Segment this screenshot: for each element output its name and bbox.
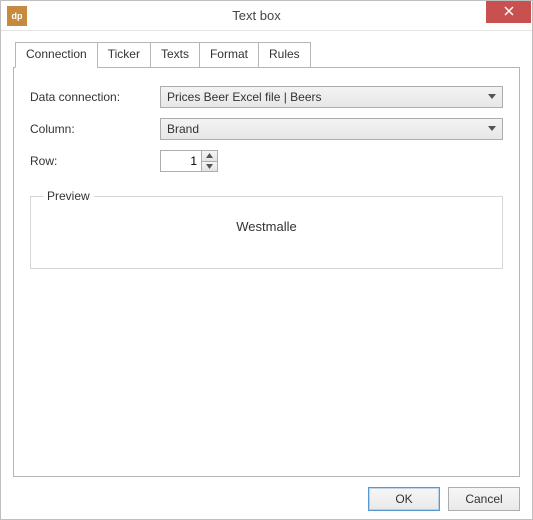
window-title: Text box	[27, 8, 486, 23]
chevron-up-icon	[206, 153, 213, 158]
tab-ticker[interactable]: Ticker	[97, 42, 151, 68]
label-row: Row:	[30, 154, 160, 168]
tab-format[interactable]: Format	[199, 42, 259, 68]
tab-texts[interactable]: Texts	[150, 42, 200, 68]
tab-rules[interactable]: Rules	[258, 42, 311, 68]
preview-group: Preview Westmalle	[30, 196, 503, 269]
row-column: Column: Brand	[30, 118, 503, 140]
preview-value: Westmalle	[41, 219, 492, 234]
chevron-down-icon	[488, 126, 496, 132]
close-icon	[504, 5, 514, 19]
column-select[interactable]: Brand	[160, 118, 503, 140]
row-spin-up[interactable]	[202, 151, 217, 162]
app-icon: dp	[7, 6, 27, 26]
tab-strip: Connection Ticker Texts Format Rules	[15, 41, 520, 67]
preview-legend: Preview	[43, 189, 94, 203]
titlebar: dp Text box	[1, 1, 532, 31]
chevron-down-icon	[488, 94, 496, 100]
dialog-buttons: OK Cancel	[13, 477, 520, 511]
label-column: Column:	[30, 122, 160, 136]
tab-connection[interactable]: Connection	[15, 42, 98, 68]
row-data-connection: Data connection: Prices Beer Excel file …	[30, 86, 503, 108]
label-data-connection: Data connection:	[30, 90, 160, 104]
tab-panel-connection: Data connection: Prices Beer Excel file …	[13, 67, 520, 477]
row-row: Row:	[30, 150, 503, 172]
close-button[interactable]	[486, 1, 531, 23]
row-spin-down[interactable]	[202, 162, 217, 172]
row-stepper	[160, 150, 218, 172]
row-input[interactable]	[160, 150, 202, 172]
dialog-window: dp Text box Connection Ticker Texts Form…	[0, 0, 533, 520]
dialog-body: Connection Ticker Texts Format Rules Dat…	[1, 31, 532, 519]
tab-region: Connection Ticker Texts Format Rules Dat…	[13, 41, 520, 477]
row-spinner-buttons	[202, 150, 218, 172]
data-connection-value: Prices Beer Excel file | Beers	[167, 90, 322, 104]
cancel-button[interactable]: Cancel	[448, 487, 520, 511]
ok-button[interactable]: OK	[368, 487, 440, 511]
data-connection-select[interactable]: Prices Beer Excel file | Beers	[160, 86, 503, 108]
column-value: Brand	[167, 122, 199, 136]
chevron-down-icon	[206, 164, 213, 169]
